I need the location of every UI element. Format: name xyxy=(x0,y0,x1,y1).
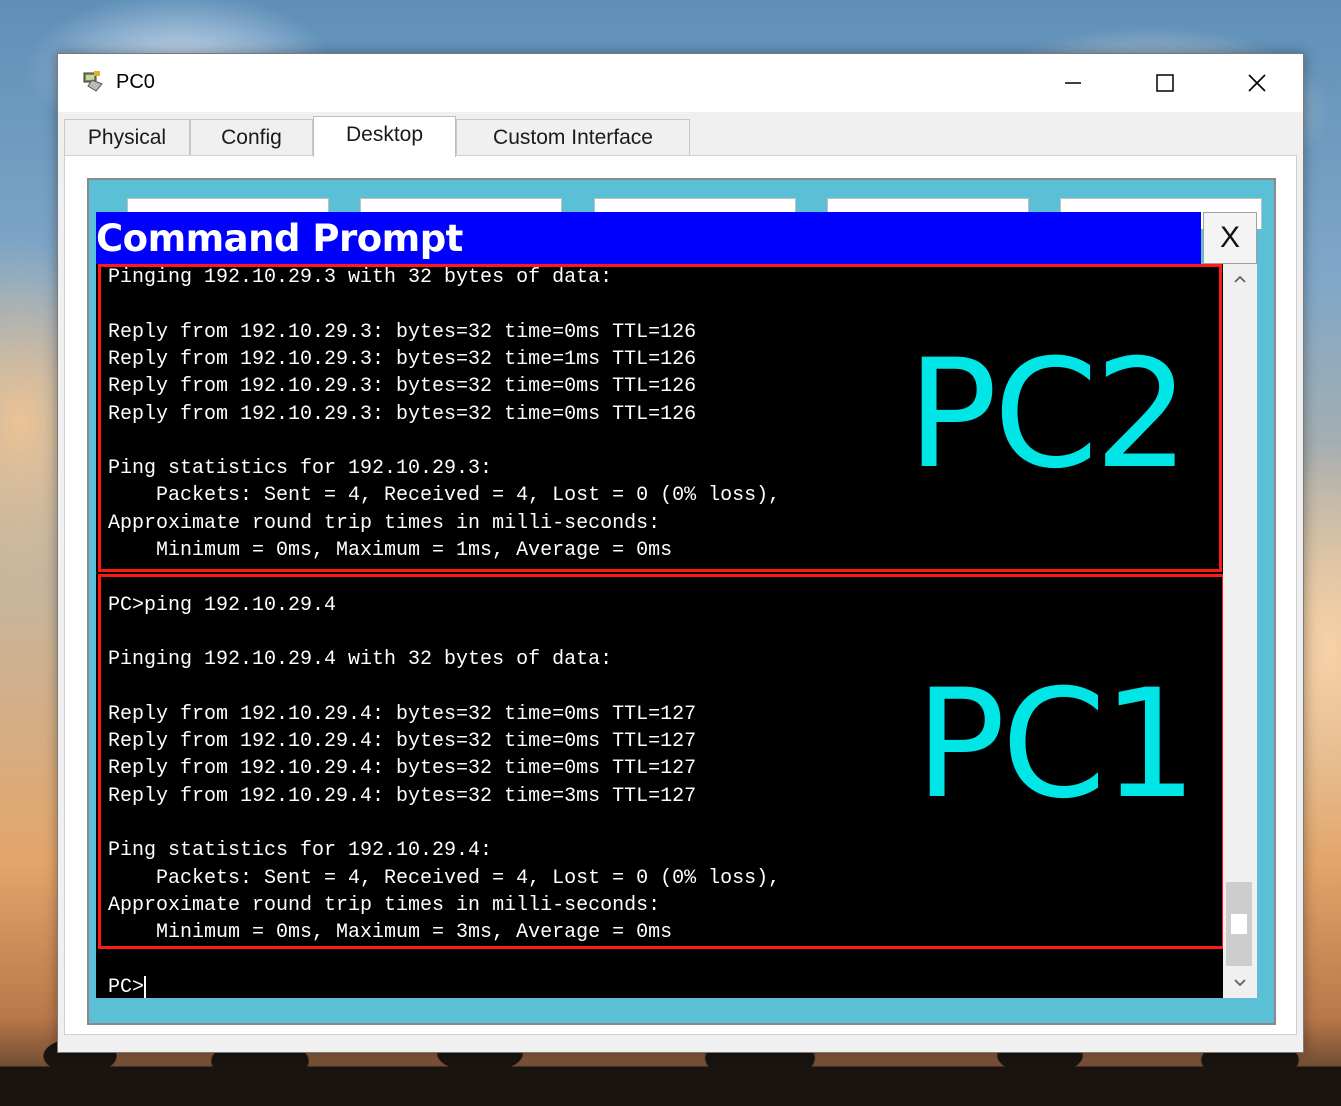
terminal-line: Reply from 192.10.29.4: bytes=32 time=0m… xyxy=(108,702,697,726)
desktop-area: Command Prompt X Pinging 192.10.29.3 wit… xyxy=(87,178,1276,1025)
terminal-line: Reply from 192.10.29.3: bytes=32 time=1m… xyxy=(108,347,697,371)
terminal-line: Minimum = 0ms, Maximum = 3ms, Average = … xyxy=(108,921,673,945)
maximize-icon xyxy=(1156,74,1174,92)
terminal-line: Ping statistics for 192.10.29.4: xyxy=(108,839,493,863)
pc0-window: PC0 Physical Config Desktop Custom Inter… xyxy=(57,53,1304,1053)
command-prompt-title: Command Prompt xyxy=(96,217,463,260)
pc2-label: PC2 xyxy=(907,328,1190,502)
terminal-line: Pinging 192.10.29.4 with 32 bytes of dat… xyxy=(108,648,613,672)
text-caret xyxy=(144,975,146,998)
terminal-line: Reply from 192.10.29.4: bytes=32 time=0m… xyxy=(108,757,697,781)
terminal-line: Approximate round trip times in milli-se… xyxy=(108,511,661,535)
window-title: PC0 xyxy=(116,71,155,93)
terminal-line: Reply from 192.10.29.3: bytes=32 time=0m… xyxy=(108,402,697,426)
terminal-line: Minimum = 0ms, Maximum = 1ms, Average = … xyxy=(108,539,673,562)
close-icon xyxy=(1248,74,1266,92)
tab-desktop[interactable]: Desktop xyxy=(313,116,456,157)
terminal-line: Reply from 192.10.29.4: bytes=32 time=3m… xyxy=(108,784,697,808)
terminal-line: Reply from 192.10.29.4: bytes=32 time=0m… xyxy=(108,730,697,754)
pc1-label: PC1 xyxy=(915,658,1198,832)
close-button[interactable] xyxy=(1211,54,1303,112)
tab-config[interactable]: Config xyxy=(190,119,313,155)
pc-app-icon xyxy=(83,71,103,92)
chevron-up-icon xyxy=(1234,275,1246,283)
scroll-up-button[interactable] xyxy=(1223,264,1257,294)
command-prompt-titlebar[interactable]: Command Prompt xyxy=(96,212,1201,264)
terminal-line: Approximate round trip times in milli-se… xyxy=(108,893,661,917)
scroll-thumb-grip xyxy=(1231,914,1247,934)
terminal-line: Ping statistics for 192.10.29.3: xyxy=(108,457,493,481)
terminal-line: Reply from 192.10.29.3: bytes=32 time=0m… xyxy=(108,320,697,344)
terminal-line: Reply from 192.10.29.3: bytes=32 time=0m… xyxy=(108,375,697,399)
minimize-button[interactable] xyxy=(1027,54,1119,112)
terminal-line: Pinging 192.10.29.3 with 32 bytes of dat… xyxy=(108,266,613,289)
scroll-down-button[interactable] xyxy=(1223,968,1257,998)
terminal-line: PC> xyxy=(108,975,145,998)
terminal-line: PC>ping 192.10.29.4 xyxy=(108,593,337,617)
window-titlebar[interactable]: PC0 xyxy=(58,54,1303,112)
maximize-button[interactable] xyxy=(1119,54,1211,112)
command-prompt-close-button[interactable]: X xyxy=(1203,212,1257,264)
terminal-line: Packets: Sent = 4, Received = 4, Lost = … xyxy=(108,484,781,508)
terminal-scrollbar[interactable] xyxy=(1223,264,1257,998)
scroll-thumb[interactable] xyxy=(1226,882,1252,966)
terminal-line: Packets: Sent = 4, Received = 4, Lost = … xyxy=(108,866,781,890)
tab-custom-interface[interactable]: Custom Interface xyxy=(456,119,690,155)
tab-physical[interactable]: Physical xyxy=(64,119,190,155)
minimize-icon xyxy=(1065,82,1081,84)
chevron-down-icon xyxy=(1234,979,1246,987)
desktop-tab-panel: Command Prompt X Pinging 192.10.29.3 wit… xyxy=(64,155,1297,1035)
